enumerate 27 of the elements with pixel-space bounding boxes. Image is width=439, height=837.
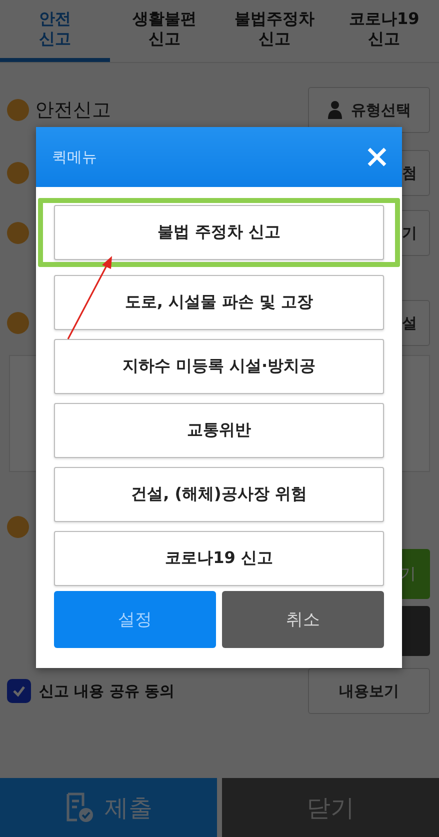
tab[interactable]: 코로나19 신고 (329, 0, 439, 62)
tab[interactable]: 안전 신고 (0, 0, 110, 62)
menu-item[interactable]: 건설, (해체)공사장 위험 (54, 467, 384, 522)
menu-item[interactable]: 도로, 시설물 파손 및 고장 (54, 275, 384, 330)
section-title: 안전신고 (35, 98, 111, 123)
confirm-button[interactable]: 설정 (54, 591, 216, 648)
checkbox-label: 신고 내용 공유 동의 (39, 682, 175, 700)
menu-item[interactable]: 지하수 미등록 시설·방치공 (54, 339, 384, 394)
menu-item[interactable]: 불법 주정차 신고 (54, 205, 384, 260)
bullet-icon (7, 99, 29, 121)
dialog-title: 퀵메뉴 (52, 148, 97, 166)
document-check-icon (64, 792, 94, 824)
person-icon (327, 100, 343, 120)
submit-button[interactable]: 제출 (0, 778, 217, 837)
tab[interactable]: 생활불편 신고 (110, 0, 220, 62)
checkbox[interactable] (7, 679, 31, 703)
cancel-button[interactable]: 취소 (222, 591, 384, 648)
bullet-icon (7, 222, 29, 244)
view-button[interactable]: 내용보기 (308, 668, 430, 714)
close-icon[interactable] (366, 146, 388, 168)
type-select-button[interactable]: 유형선택 (308, 87, 430, 133)
bullet-icon (7, 516, 29, 538)
bullet-icon (7, 162, 29, 184)
tab[interactable]: 불법주정차 신고 (220, 0, 330, 62)
menu-item[interactable]: 교통위반 (54, 403, 384, 458)
bullet-icon (7, 312, 29, 334)
menu-item[interactable]: 코로나19 신고 (54, 531, 384, 586)
